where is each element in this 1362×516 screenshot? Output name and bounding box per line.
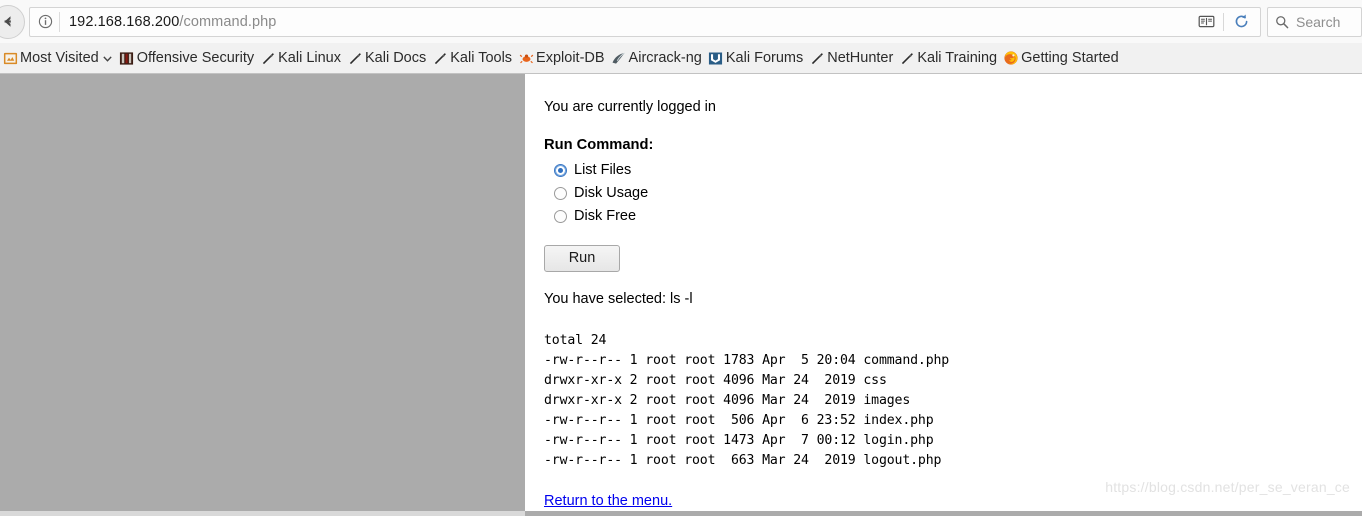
- aircrack-ng-icon: [611, 50, 627, 66]
- bookmark-label: Kali Docs: [365, 50, 427, 66]
- bookmark-label: Getting Started: [1021, 50, 1119, 66]
- bookmark-label: NetHunter: [827, 50, 894, 66]
- option-disk-usage[interactable]: Disk Usage: [554, 182, 1362, 205]
- bookmark-label: Aircrack-ng: [628, 50, 702, 66]
- browser-chrome: 192.168.168.200/command.php Search Most …: [0, 0, 1362, 74]
- bookmark-kali-linux[interactable]: Kali Linux: [258, 46, 345, 70]
- kali-dragon-icon: [347, 50, 363, 66]
- url-host: 192.168.168.200: [69, 13, 180, 30]
- bookmark-label: Kali Forums: [725, 50, 804, 66]
- navigation-toolbar: 192.168.168.200/command.php Search: [0, 0, 1362, 43]
- bookmark-getting-started[interactable]: Getting Started: [1001, 46, 1123, 70]
- bookmark-label: Kali Tools: [450, 50, 513, 66]
- bookmark-most-visited[interactable]: Most Visited: [0, 46, 117, 70]
- content-panel: You are currently logged in Run Command:…: [525, 74, 1362, 511]
- radio-disk-usage[interactable]: [554, 186, 567, 200]
- return-to-menu-link[interactable]: Return to the menu.: [544, 493, 672, 509]
- viewport-bottom-strip: [0, 511, 525, 516]
- search-icon: [1276, 15, 1289, 28]
- firefox-icon: [1003, 50, 1019, 66]
- selected-command-message: You have selected: ls -l: [544, 290, 693, 307]
- option-list-files[interactable]: List Files: [554, 159, 1362, 182]
- option-label: Disk Free: [574, 208, 637, 225]
- page-viewport: You are currently logged in Run Command:…: [0, 74, 1362, 516]
- site-identity-box[interactable]: [34, 11, 60, 32]
- command-output-listing: total 24 -rw-r--r-- 1 root root 1783 Apr…: [544, 333, 950, 469]
- search-input[interactable]: Search: [1267, 6, 1362, 37]
- option-label: List Files: [574, 162, 632, 179]
- bookmark-aircrack-ng[interactable]: Aircrack-ng: [609, 46, 706, 70]
- bookmark-label: Kali Linux: [278, 50, 341, 66]
- offensive-security-icon: [119, 50, 135, 66]
- back-button[interactable]: [0, 4, 25, 39]
- bookmark-label: Offensive Security: [136, 50, 255, 66]
- option-label: Disk Usage: [574, 185, 649, 202]
- bookmark-nethunter[interactable]: NetHunter: [807, 46, 897, 70]
- bookmark-kali-tools[interactable]: Kali Tools: [430, 46, 516, 70]
- option-disk-free[interactable]: Disk Free: [554, 205, 1362, 228]
- run-button[interactable]: Run: [544, 244, 620, 272]
- bookmark-folder-icon: [2, 50, 18, 66]
- bookmark-kali-forums[interactable]: Kali Forums: [706, 46, 807, 70]
- command-options-group: List Files Disk Usage Disk Free: [544, 159, 1362, 228]
- bookmark-kali-docs[interactable]: Kali Docs: [345, 46, 430, 70]
- bookmark-label: Most Visited: [20, 50, 99, 66]
- url-path: /command.php: [179, 13, 277, 30]
- bookmark-label: Kali Training: [917, 50, 998, 66]
- urlbar-actions: [1193, 10, 1256, 34]
- kali-dragon-icon: [899, 50, 915, 66]
- bookmark-exploit-db[interactable]: Exploit-DB: [516, 46, 609, 70]
- run-command-heading: Run Command:: [544, 136, 654, 153]
- kali-forums-icon: [708, 50, 724, 66]
- kali-dragon-icon: [432, 50, 448, 66]
- bookmark-offensive-security[interactable]: Offensive Security: [117, 46, 258, 70]
- logged-in-message: You are currently logged in: [544, 99, 716, 115]
- url-text: 192.168.168.200/command.php: [60, 14, 276, 30]
- back-arrow-icon: [4, 16, 11, 27]
- bookmark-label: Exploit-DB: [536, 50, 605, 66]
- bookmarks-toolbar: Most Visited Offensive Security Kali Lin…: [0, 43, 1362, 73]
- reload-icon[interactable]: [1228, 10, 1254, 34]
- chevron-down-icon: [102, 53, 113, 64]
- bookmark-kali-training[interactable]: Kali Training: [897, 46, 1001, 70]
- info-icon: [38, 14, 53, 29]
- exploit-db-icon: [518, 50, 534, 66]
- reader-view-icon[interactable]: [1193, 10, 1219, 34]
- kali-dragon-icon: [809, 50, 825, 66]
- kali-dragon-icon: [260, 50, 276, 66]
- search-placeholder: Search: [1296, 13, 1341, 30]
- url-bar[interactable]: 192.168.168.200/command.php: [29, 6, 1261, 37]
- radio-disk-free[interactable]: [554, 209, 567, 223]
- watermark-text: https://blog.csdn.net/per_se_veran_ce: [1105, 479, 1350, 495]
- toolbar-separator: [1223, 12, 1224, 31]
- radio-list-files[interactable]: [554, 163, 567, 177]
